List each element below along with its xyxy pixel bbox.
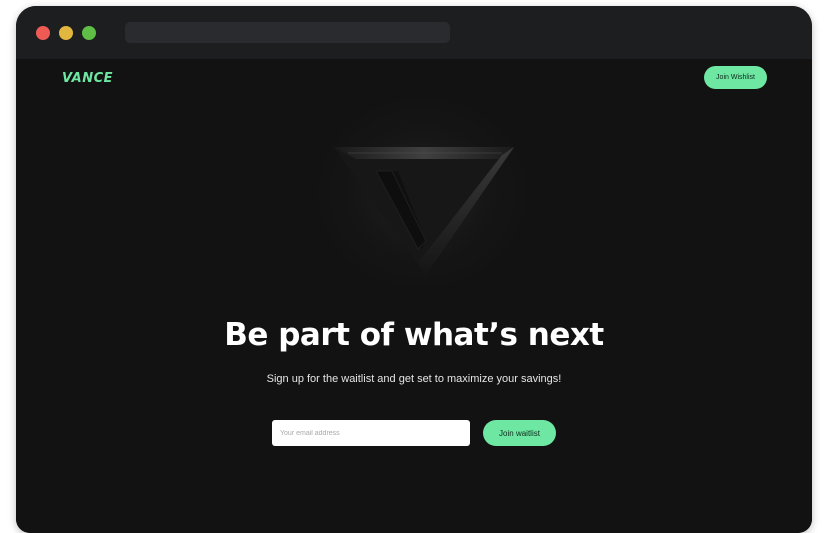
join-wishlist-button[interactable]: Join Wishlist bbox=[704, 66, 767, 89]
email-field[interactable] bbox=[272, 420, 470, 446]
vance-logo[interactable]: VANCE bbox=[62, 71, 113, 86]
join-waitlist-button[interactable]: Join waitlist bbox=[483, 420, 556, 446]
page-headline: Be part of what’s next bbox=[224, 317, 604, 353]
close-window-button[interactable] bbox=[36, 26, 50, 40]
minimize-window-button[interactable] bbox=[59, 26, 73, 40]
vance-v-emblem-icon bbox=[334, 147, 514, 275]
browser-titlebar bbox=[16, 6, 812, 59]
browser-window: VANCE Join Wishlist Be part of what’s ne… bbox=[16, 6, 812, 533]
page-subheadline: Sign up for the waitlist and get set to … bbox=[266, 373, 562, 385]
address-bar[interactable] bbox=[125, 22, 450, 43]
maximize-window-button[interactable] bbox=[82, 26, 96, 40]
landing-page: VANCE Join Wishlist Be part of what’s ne… bbox=[16, 59, 812, 533]
